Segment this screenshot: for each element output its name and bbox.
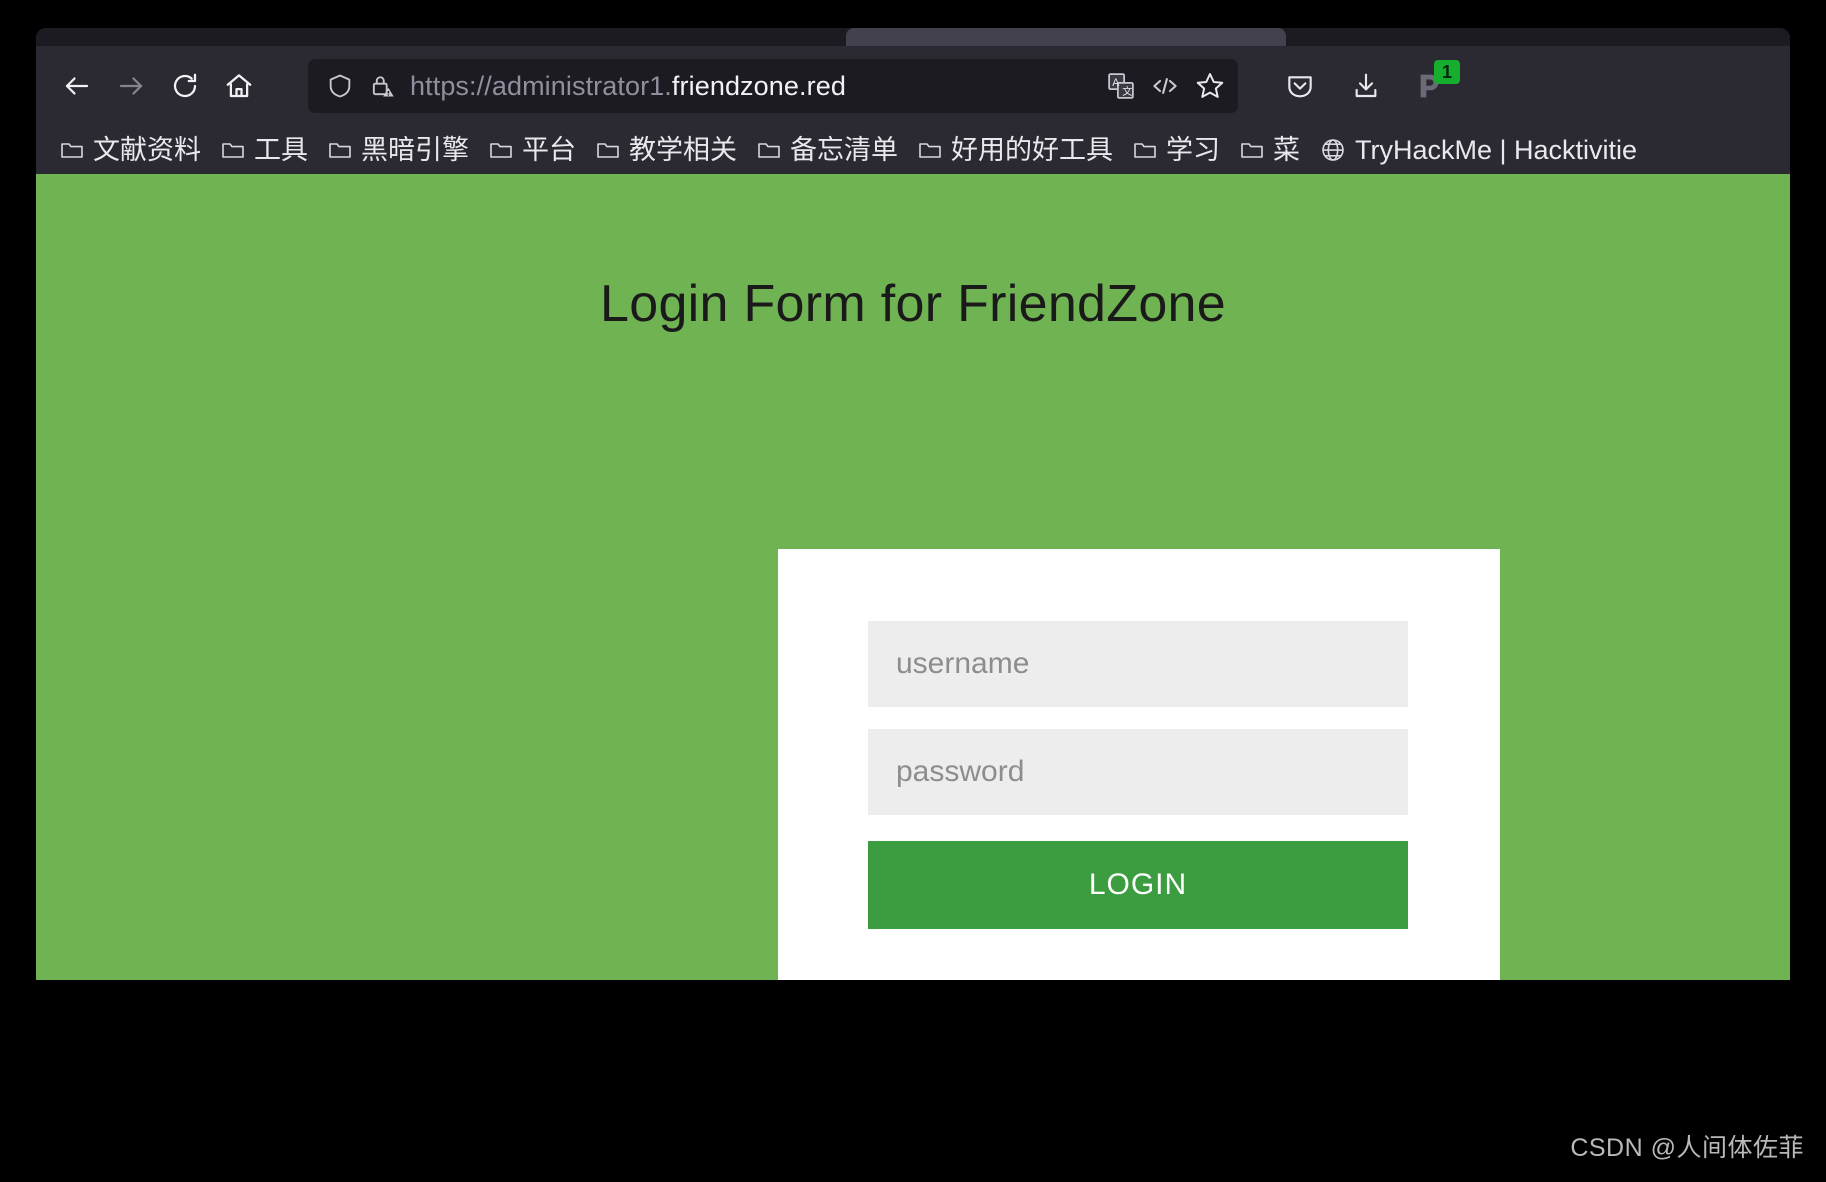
- bookmark-label: 教学相关: [629, 134, 737, 165]
- bookmark-item-2[interactable]: 黑暗引擎: [318, 133, 479, 168]
- folder-icon: [919, 143, 941, 158]
- login-form: LOGIN: [868, 621, 1408, 929]
- csdn-watermark: CSDN @人间体佐菲: [1570, 1134, 1804, 1162]
- bookmark-item-3[interactable]: 平台: [479, 133, 586, 168]
- code-view-icon[interactable]: [1150, 71, 1180, 101]
- bookmark-item-5[interactable]: 备忘清单: [747, 133, 908, 168]
- folder-icon: [329, 143, 351, 158]
- bookmark-item-9[interactable]: TryHackMe | Hacktivitie: [1310, 133, 1647, 168]
- bookmark-label: 学习: [1166, 134, 1220, 165]
- bookmark-item-4[interactable]: 教学相关: [586, 133, 747, 168]
- bookmark-label: 平台: [522, 134, 576, 165]
- downloads-icon[interactable]: [1338, 59, 1394, 113]
- folder-icon: [597, 143, 619, 158]
- extension-icon[interactable]: 1: [1404, 59, 1460, 113]
- page-viewport: Login Form for FriendZone LOGIN: [36, 174, 1790, 980]
- reload-icon[interactable]: [158, 59, 212, 113]
- folder-icon: [758, 143, 780, 158]
- folder-icon: [1241, 143, 1263, 158]
- url-text[interactable]: https://administrator1.friendzone.red: [410, 71, 1092, 102]
- login-button[interactable]: LOGIN: [868, 841, 1408, 929]
- bookmark-item-8[interactable]: 菜: [1230, 133, 1310, 168]
- forward-arrow-icon[interactable]: [104, 59, 158, 113]
- home-icon[interactable]: [212, 59, 266, 113]
- bookmark-label: 文献资料: [93, 134, 201, 165]
- folder-icon: [490, 143, 512, 158]
- screenshot-root: https://administrator1.friendzone.red A …: [0, 0, 1826, 1182]
- globe-icon: [1322, 139, 1344, 161]
- bookmark-label: 备忘清单: [790, 134, 898, 165]
- folder-icon: [61, 143, 83, 158]
- navigation-toolbar: https://administrator1.friendzone.red A …: [36, 46, 1790, 126]
- svg-text:A: A: [1112, 77, 1120, 89]
- tab-strip: [36, 28, 1790, 46]
- password-input[interactable]: [868, 729, 1408, 815]
- bookmark-label: 菜: [1273, 134, 1300, 165]
- insecure-lock-warning-icon[interactable]: [368, 72, 396, 100]
- back-arrow-icon[interactable]: [50, 59, 104, 113]
- toolbar-right-group: 1: [1272, 59, 1460, 113]
- bookmark-label: 工具: [254, 134, 308, 165]
- bookmark-item-6[interactable]: 好用的好工具: [908, 133, 1123, 168]
- extension-badge: 1: [1434, 60, 1460, 84]
- page-title: Login Form for FriendZone: [600, 275, 1226, 333]
- login-card: LOGIN: [778, 549, 1500, 980]
- folder-icon: [1134, 143, 1156, 158]
- svg-text:文: 文: [1122, 85, 1132, 98]
- bookmark-label: TryHackMe | Hacktivitie: [1355, 134, 1638, 165]
- translate-page-icon[interactable]: A 文: [1106, 71, 1136, 101]
- bookmark-item-0[interactable]: 文献资料: [50, 133, 211, 168]
- username-input[interactable]: [868, 621, 1408, 707]
- browser-tab-active[interactable]: [846, 28, 1286, 46]
- bookmark-item-7[interactable]: 学习: [1123, 133, 1230, 168]
- bookmark-label: 好用的好工具: [951, 134, 1113, 165]
- bookmark-star-icon[interactable]: [1194, 70, 1226, 102]
- bookmarks-toolbar: 文献资料 工具 黑暗引擎 平台 教学相关 备忘清单 好用的好工具 学习 菜 Tr…: [36, 126, 1790, 174]
- address-bar[interactable]: https://administrator1.friendzone.red A …: [308, 59, 1238, 113]
- bookmark-label: 黑暗引擎: [361, 134, 469, 165]
- pocket-save-icon[interactable]: [1272, 59, 1328, 113]
- folder-icon: [222, 143, 244, 158]
- tracking-protection-shield-icon[interactable]: [326, 72, 354, 100]
- bookmark-item-1[interactable]: 工具: [211, 133, 318, 168]
- browser-window: https://administrator1.friendzone.red A …: [36, 28, 1790, 980]
